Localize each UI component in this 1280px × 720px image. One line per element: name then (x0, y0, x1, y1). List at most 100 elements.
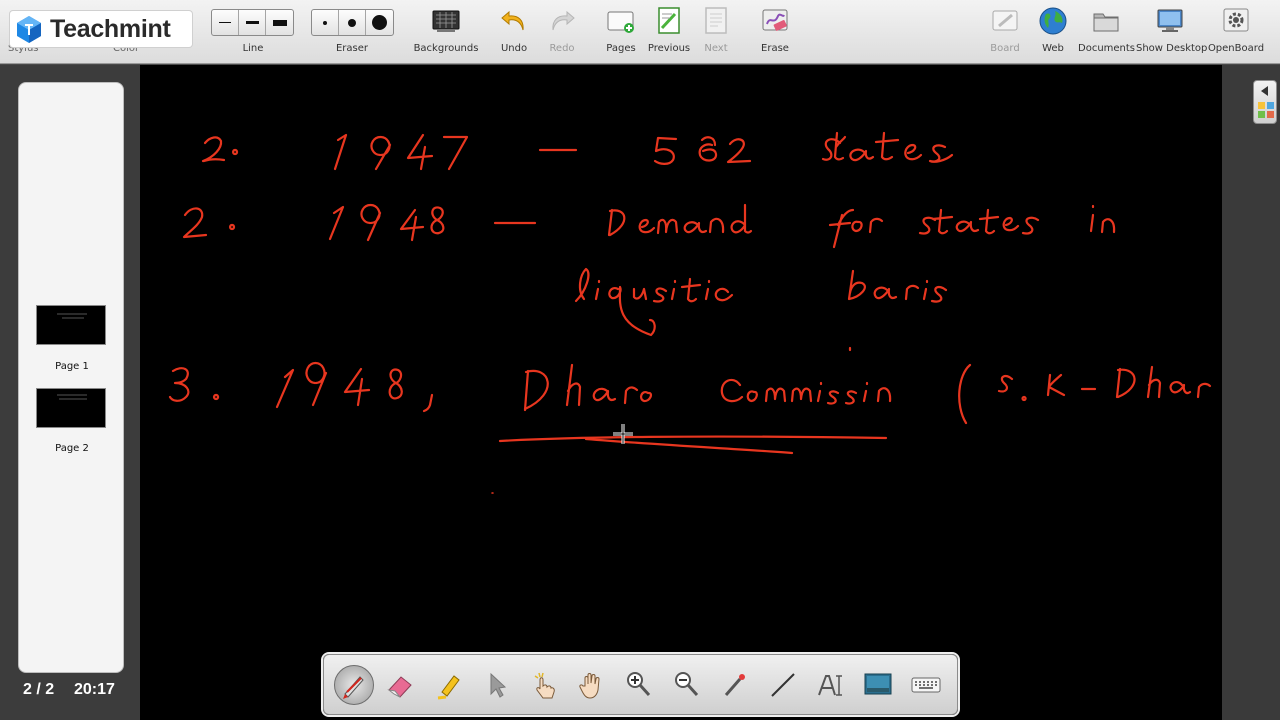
board-icon (992, 10, 1018, 31)
library-panel-toggle[interactable] (1253, 80, 1277, 124)
eraser-size-selector (311, 9, 394, 36)
web-mode-button[interactable]: Web (1032, 0, 1074, 64)
line-width-selector (211, 9, 294, 36)
line-thin-icon (219, 22, 231, 23)
folder-icon (1093, 13, 1119, 32)
undo-icon (501, 10, 524, 31)
open-hand-icon (579, 673, 600, 699)
page-2-thumbnail-ink (57, 394, 87, 400)
laser-pointer-tool-button[interactable] (713, 663, 757, 707)
page-1-thumbnail[interactable] (36, 305, 106, 345)
board-line-2 (182, 203, 1116, 337)
next-page-button[interactable]: Next (696, 0, 736, 64)
add-page-icon (607, 11, 634, 33)
library-panel-strip (1222, 65, 1280, 720)
line-3-underline (498, 435, 888, 455)
page-thumbnails-list[interactable]: Page 1 Page 2 (18, 82, 124, 673)
previous-page-button[interactable]: Previous (646, 0, 692, 64)
line-3-year (275, 361, 434, 413)
pages-label: Pages (606, 43, 636, 54)
keyboard-icon (911, 677, 941, 693)
openboard-menu-button[interactable]: OpenBoard (1206, 0, 1266, 64)
undo-button[interactable]: Undo (494, 0, 534, 64)
eraser-small-button[interactable] (312, 10, 339, 35)
capture-tool-button[interactable] (856, 663, 900, 707)
line-tool-button[interactable] (761, 663, 805, 707)
pages-button[interactable]: Pages (600, 0, 642, 64)
line-thick-icon (272, 19, 287, 26)
arrow-pointer-icon (490, 672, 507, 698)
backgrounds-icon (432, 10, 460, 32)
line-2-continuation (574, 267, 948, 337)
laser-pointer-icon (724, 674, 745, 696)
next-label: Next (704, 43, 728, 54)
openboard-label: OpenBoard (1207, 43, 1265, 54)
line-1-year (333, 133, 469, 171)
zoom-in-tool-button[interactable] (617, 663, 661, 707)
screen-capture-icon (864, 673, 892, 695)
undo-label: Undo (500, 43, 528, 54)
page-counter: 2 / 2 (23, 681, 55, 698)
line-medium-icon (245, 21, 259, 24)
line-3-text (523, 346, 1212, 425)
zoom-in-icon (627, 672, 651, 697)
page-2-label: Page 2 (55, 443, 89, 454)
page-1-label: Page 1 (55, 361, 89, 372)
line-1-number (201, 136, 239, 163)
redo-label: Redo (549, 43, 575, 54)
line-2-text (607, 203, 1116, 249)
pen-tool-button[interactable] (331, 663, 375, 707)
teachmint-logo: Teachmint (10, 11, 192, 47)
teachmint-cube-icon (17, 16, 41, 43)
handwriting-layer (168, 131, 1212, 494)
show-desktop-label: Show Desktop (1136, 43, 1208, 54)
web-label: Web (1042, 43, 1064, 54)
eraser-medium-icon (348, 18, 356, 27)
eraser-tool-button[interactable] (378, 663, 422, 707)
pen-icon (343, 676, 364, 699)
line-thick-button[interactable] (266, 10, 293, 35)
marker-tool-button[interactable] (427, 663, 471, 707)
next-page-icon (705, 7, 727, 34)
eraser-size-group: Eraser (308, 0, 396, 64)
eraser-large-icon (372, 15, 387, 30)
redo-icon (552, 10, 575, 31)
line-thin-button[interactable] (212, 10, 239, 35)
erase-all-button[interactable]: Erase (752, 0, 798, 64)
previous-page-icon (658, 7, 680, 34)
redo-button[interactable]: Redo (542, 0, 582, 64)
pages-panel: Page 1 Page 2 2 / 2 20:17 (0, 65, 140, 720)
library-icon (1258, 102, 1274, 118)
page-2-thumbnail[interactable] (36, 388, 106, 428)
eraser-small-icon (323, 20, 327, 25)
erase-label: Erase (761, 43, 789, 54)
line-2-number (182, 207, 236, 239)
board-mode-button[interactable]: Board (984, 0, 1026, 64)
eraser-medium-button[interactable] (339, 10, 366, 35)
eraser-large-button[interactable] (366, 10, 393, 35)
keyboard-tool-button[interactable] (904, 663, 948, 707)
eraser-label: Eraser (335, 43, 369, 54)
straight-line-icon (771, 673, 795, 697)
openboard-app: Stylus Color Teachmint Line Eraser Backg… (0, 0, 1280, 720)
erase-board-icon (762, 9, 788, 31)
selector-tool-button[interactable] (474, 663, 518, 707)
whiteboard-canvas[interactable] (140, 65, 1222, 720)
board-line-3 (168, 346, 1212, 494)
crosshair-cursor-icon (613, 424, 633, 444)
show-desktop-button[interactable]: Show Desktop (1136, 0, 1208, 64)
documents-label: Documents (1078, 43, 1136, 54)
line-medium-button[interactable] (239, 10, 266, 35)
backgrounds-button[interactable]: Backgrounds (412, 0, 480, 64)
monitor-icon (1157, 9, 1183, 32)
clock: 20:17 (74, 681, 115, 698)
zoom-out-tool-button[interactable] (665, 663, 709, 707)
hand-tool-button[interactable] (570, 663, 614, 707)
interact-tool-button[interactable] (522, 663, 566, 707)
teachmint-logo-text: Teachmint (50, 14, 171, 43)
documents-mode-button[interactable]: Documents (1078, 0, 1136, 64)
board-line-1 (201, 131, 954, 171)
line-label: Line (242, 43, 264, 54)
text-tool-button[interactable] (809, 663, 853, 707)
eraser-icon (387, 676, 412, 698)
